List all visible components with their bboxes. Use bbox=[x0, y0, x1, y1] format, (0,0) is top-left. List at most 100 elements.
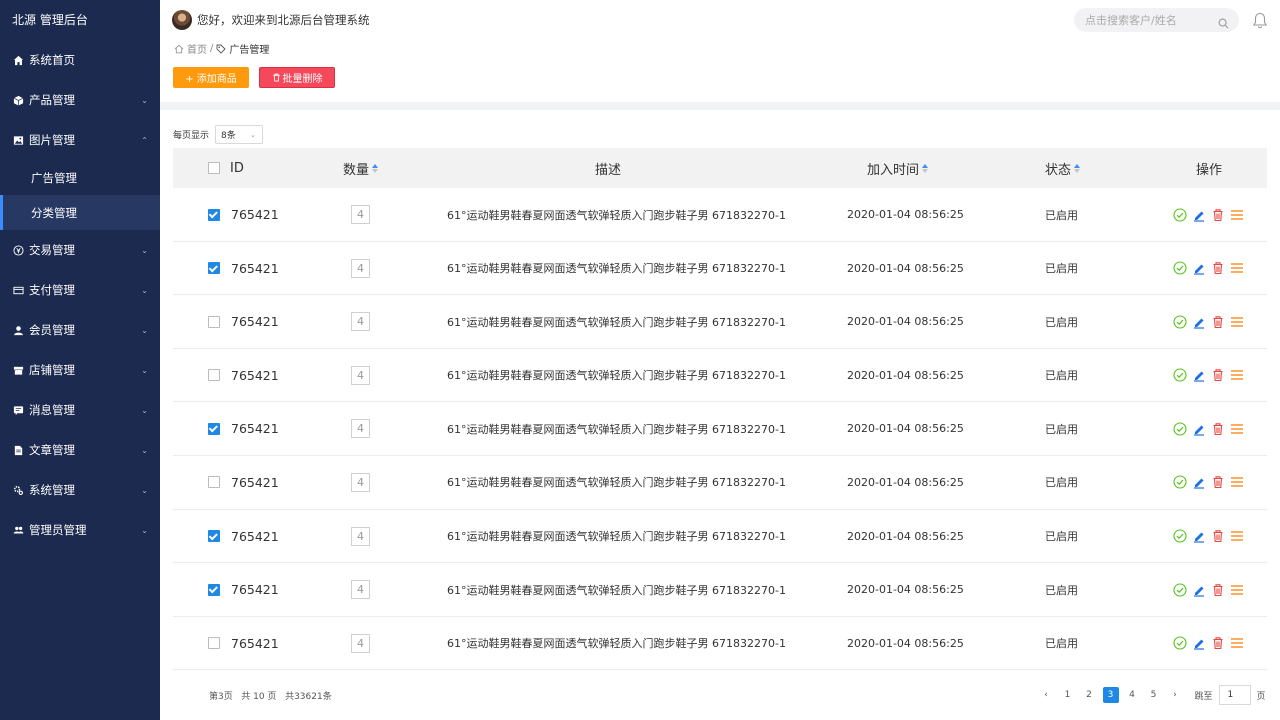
trash-icon[interactable] bbox=[1211, 529, 1225, 543]
bell-icon[interactable] bbox=[1252, 12, 1268, 33]
table-row[interactable]: 765421 4 61°运动鞋男鞋春夏网面透气软弹轻质入门跑步鞋子男 6718322… bbox=[173, 510, 1267, 564]
chevron-down-icon: ⌄ bbox=[141, 405, 148, 415]
edit-icon[interactable] bbox=[1192, 529, 1206, 543]
row-desc: 61°运动鞋男鞋春夏网面透气软弹轻质入门跑步鞋子男 671832270-1 bbox=[447, 476, 786, 490]
row-checkbox[interactable] bbox=[208, 530, 220, 543]
edit-icon[interactable] bbox=[1192, 636, 1206, 650]
enable-icon[interactable] bbox=[1173, 583, 1187, 597]
sidebar-subitem-0[interactable]: 广告管理 bbox=[0, 160, 160, 195]
trash-icon[interactable] bbox=[1211, 475, 1225, 489]
trash-icon[interactable] bbox=[1211, 583, 1225, 597]
sort-icon[interactable] bbox=[372, 163, 379, 173]
menu-icon[interactable] bbox=[1230, 315, 1244, 329]
column-time[interactable]: 加入时间 bbox=[867, 148, 929, 188]
row-checkbox[interactable] bbox=[208, 315, 220, 328]
search-icon[interactable] bbox=[1218, 14, 1229, 33]
menu-icon[interactable] bbox=[1230, 261, 1244, 275]
trash-icon[interactable] bbox=[1211, 315, 1225, 329]
menu-icon[interactable] bbox=[1230, 422, 1244, 436]
sort-icon[interactable] bbox=[922, 163, 929, 173]
search-box[interactable] bbox=[1074, 8, 1239, 32]
enable-icon[interactable] bbox=[1173, 368, 1187, 382]
table-row[interactable]: 765421 4 61°运动鞋男鞋春夏网面透气软弹轻质入门跑步鞋子男 6718322… bbox=[173, 295, 1267, 349]
sort-icon[interactable] bbox=[1074, 163, 1081, 173]
enable-icon[interactable] bbox=[1173, 207, 1187, 222]
search-input[interactable] bbox=[1085, 13, 1213, 27]
trash-icon[interactable] bbox=[1211, 636, 1225, 650]
select-all-checkbox[interactable] bbox=[208, 162, 220, 174]
row-checkbox[interactable] bbox=[208, 476, 220, 489]
menu-icon[interactable] bbox=[1230, 208, 1244, 222]
enable-icon[interactable] bbox=[1173, 315, 1187, 329]
sidebar-item-0[interactable]: 系统首页 bbox=[0, 40, 160, 80]
edit-icon[interactable] bbox=[1192, 368, 1206, 382]
menu-icon[interactable] bbox=[1230, 636, 1244, 650]
sidebar-item-7[interactable]: 消息管理 ⌄ bbox=[0, 390, 160, 430]
row-actions bbox=[1173, 402, 1244, 455]
page-button[interactable]: 3 bbox=[1102, 687, 1119, 703]
row-status: 已启用 bbox=[1045, 476, 1078, 490]
trash-icon[interactable] bbox=[1211, 368, 1225, 382]
enable-icon[interactable] bbox=[1173, 636, 1187, 650]
page-button[interactable]: 2 bbox=[1081, 687, 1097, 703]
column-status[interactable]: 状态 bbox=[1045, 148, 1081, 188]
sidebar-item-2[interactable]: 图片管理 ⌃ bbox=[0, 120, 160, 160]
row-checkbox[interactable] bbox=[208, 208, 220, 221]
trash-icon[interactable] bbox=[1211, 261, 1225, 275]
row-checkbox[interactable] bbox=[208, 369, 220, 382]
add-product-button[interactable]: + 添加商品 bbox=[173, 67, 249, 88]
row-qty: 4 bbox=[351, 312, 370, 332]
sidebar-item-3[interactable]: 交易管理 ⌄ bbox=[0, 230, 160, 270]
row-checkbox[interactable] bbox=[208, 262, 220, 275]
table-row[interactable]: 765421 4 61°运动鞋男鞋春夏网面透气软弹轻质入门跑步鞋子男 6718322… bbox=[173, 617, 1267, 671]
edit-icon[interactable] bbox=[1192, 583, 1206, 597]
enable-icon[interactable] bbox=[1173, 261, 1187, 275]
edit-icon[interactable] bbox=[1192, 422, 1206, 436]
menu-icon[interactable] bbox=[1230, 583, 1244, 597]
batch-delete-button[interactable]: 批量删除 bbox=[259, 67, 335, 88]
page-button[interactable]: 1 bbox=[1060, 687, 1076, 703]
enable-icon[interactable] bbox=[1173, 475, 1187, 490]
prev-page-button[interactable]: ‹ bbox=[1038, 687, 1054, 703]
edit-icon[interactable] bbox=[1192, 208, 1206, 222]
table-row[interactable]: 765421 4 61°运动鞋男鞋春夏网面透气软弹轻质入门跑步鞋子男 6718322… bbox=[173, 456, 1267, 510]
row-checkbox[interactable] bbox=[208, 583, 220, 596]
next-page-button[interactable]: › bbox=[1167, 687, 1183, 703]
breadcrumb-home[interactable]: 首页 bbox=[187, 41, 207, 56]
sidebar-item-10[interactable]: 管理员管理 ⌄ bbox=[0, 510, 160, 550]
per-page-select[interactable]: 8条 ⌄ bbox=[215, 125, 264, 144]
sidebar-item-6[interactable]: 店铺管理 ⌄ bbox=[0, 350, 160, 390]
sidebar-item-8[interactable]: 文章管理 ⌄ bbox=[0, 430, 160, 470]
edit-icon[interactable] bbox=[1192, 315, 1206, 329]
enable-icon[interactable] bbox=[1173, 422, 1187, 436]
sidebar-item-5[interactable]: 会员管理 ⌄ bbox=[0, 310, 160, 350]
sidebar-subitem-1[interactable]: 分类管理 bbox=[0, 195, 160, 230]
page-button[interactable]: 4 bbox=[1124, 687, 1140, 703]
row-checkbox[interactable] bbox=[208, 422, 220, 435]
menu-icon[interactable] bbox=[1230, 368, 1244, 382]
row-actions bbox=[1173, 349, 1244, 402]
trash-icon[interactable] bbox=[1211, 422, 1225, 436]
sidebar-item-1[interactable]: 产品管理 ⌄ bbox=[0, 80, 160, 120]
menu-icon[interactable] bbox=[1230, 475, 1244, 489]
enable-icon[interactable] bbox=[1173, 529, 1187, 543]
row-checkbox[interactable] bbox=[208, 637, 220, 650]
row-actions bbox=[1173, 510, 1244, 563]
jump-page-input[interactable] bbox=[1218, 685, 1251, 705]
edit-icon[interactable] bbox=[1192, 261, 1206, 275]
table-row[interactable]: 765421 4 61°运动鞋男鞋春夏网面透气软弹轻质入门跑步鞋子男 6718322… bbox=[173, 188, 1267, 242]
table-row[interactable]: 765421 4 61°运动鞋男鞋春夏网面透气软弹轻质入门跑步鞋子男 6718322… bbox=[173, 242, 1267, 296]
page-button[interactable]: 5 bbox=[1146, 687, 1162, 703]
table-row[interactable]: 765421 4 61°运动鞋男鞋春夏网面透气软弹轻质入门跑步鞋子男 6718322… bbox=[173, 349, 1267, 403]
row-qty: 4 bbox=[351, 258, 370, 278]
menu-icon[interactable] bbox=[1230, 529, 1244, 543]
sidebar-item-4[interactable]: 支付管理 ⌄ bbox=[0, 270, 160, 310]
table-row[interactable]: 765421 4 61°运动鞋男鞋春夏网面透气软弹轻质入门跑步鞋子男 6718322… bbox=[173, 402, 1267, 456]
gear-icon bbox=[13, 485, 24, 496]
avatar[interactable] bbox=[172, 10, 192, 30]
edit-icon[interactable] bbox=[1192, 475, 1206, 490]
table-row[interactable]: 765421 4 61°运动鞋男鞋春夏网面透气软弹轻质入门跑步鞋子男 6718322… bbox=[173, 563, 1267, 617]
sidebar-item-9[interactable]: 系统管理 ⌄ bbox=[0, 470, 160, 510]
trash-icon[interactable] bbox=[1211, 208, 1225, 222]
column-qty[interactable]: 数量 bbox=[343, 148, 379, 188]
